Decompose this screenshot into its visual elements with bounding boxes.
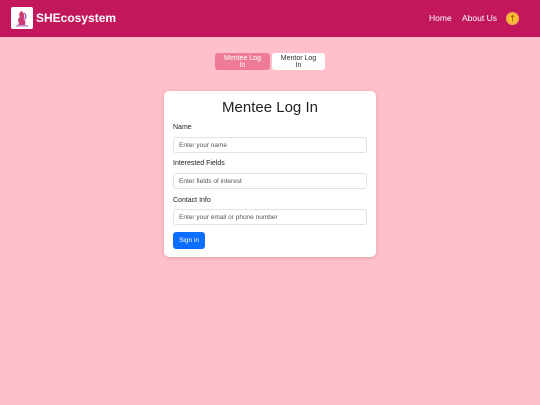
name-input[interactable] xyxy=(173,137,367,153)
interested-fields-input[interactable] xyxy=(173,173,367,189)
woman-silhouette-logo-icon[interactable] xyxy=(11,7,33,29)
login-type-toggle: Mentee Log In Mentor Log In xyxy=(215,53,325,70)
contact-info-input[interactable] xyxy=(173,209,367,225)
nav-link-home[interactable]: Home xyxy=(429,13,452,23)
mentor-login-tab[interactable]: Mentor Log In xyxy=(272,53,325,70)
brand-name[interactable]: SHEcosystem xyxy=(36,11,116,25)
top-navbar: SHEcosystem Home About Us xyxy=(0,0,540,37)
name-label: Name xyxy=(173,124,192,131)
form-title: Mentee Log In xyxy=(222,99,318,116)
contact-info-label: Contact Info xyxy=(173,197,211,204)
profile-badge-icon[interactable] xyxy=(506,12,519,25)
interested-fields-label: Interested Fields xyxy=(173,160,225,167)
nav-link-about-us[interactable]: About Us xyxy=(462,13,497,23)
sign-in-button[interactable]: Sign in xyxy=(173,232,205,249)
login-card: Mentee Log In Name Interested Fields Con… xyxy=(164,91,376,257)
mentee-login-tab[interactable]: Mentee Log In xyxy=(215,53,270,70)
